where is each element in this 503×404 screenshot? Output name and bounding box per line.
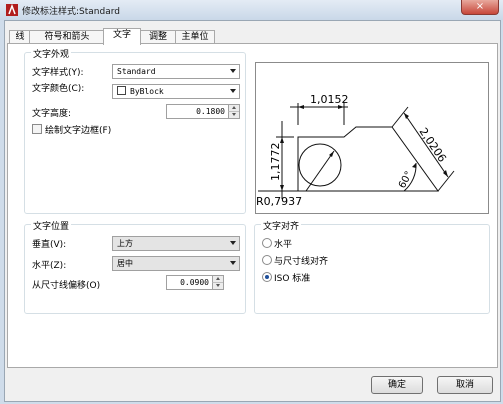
dim-top-text: 1,0152	[310, 93, 349, 106]
chevron-down-icon	[230, 69, 236, 73]
close-button[interactable]: ×	[461, 0, 499, 15]
draw-frame-checkbox[interactable]	[32, 124, 42, 134]
spin-up-icon[interactable]	[228, 105, 239, 112]
chevron-down-icon	[230, 89, 236, 93]
vertical-dropdown[interactable]: 上方	[112, 236, 240, 251]
offset-spinner[interactable]: 0.0900	[166, 275, 224, 290]
horizontal-dropdown[interactable]: 居中	[112, 256, 240, 271]
horizontal-label: 水平(Z):	[32, 261, 67, 271]
dim-left-text: 1,1772	[269, 143, 282, 182]
tab-symbols-arrows[interactable]: 符号和箭头	[29, 30, 105, 44]
tab-fit[interactable]: 调整	[139, 30, 177, 44]
vertical-label: 垂直(V):	[32, 240, 67, 250]
spin-down-icon[interactable]	[228, 112, 239, 118]
align-iso-label: ISO 标准	[274, 274, 311, 284]
spin-down-icon[interactable]	[212, 283, 223, 289]
align-with-dimline-label: 与尺寸线对齐	[274, 257, 329, 267]
text-style-dropdown[interactable]: Standard	[112, 64, 240, 79]
text-height-spinner[interactable]: 0.1800	[166, 104, 240, 119]
autocad-app-icon	[6, 4, 18, 16]
dialog-client: 线 符号和箭头 文字 调整 主单位 文字外观 文字样式(Y): Standard…	[4, 20, 501, 402]
text-tab-panel: 文字外观 文字样式(Y): Standard 文字颜色(C): ByBlock …	[7, 43, 498, 368]
close-icon: ×	[475, 1, 485, 12]
group-title: 文字对齐	[261, 219, 302, 232]
dim-diag-text: 2,0206	[417, 125, 449, 164]
align-horizontal-label: 水平	[274, 240, 293, 250]
text-color-label: 文字颜色(C):	[32, 84, 85, 94]
text-height-label: 文字高度:	[32, 109, 72, 119]
ok-button[interactable]: 确定	[371, 376, 423, 394]
group-title: 文字外观	[31, 47, 72, 60]
align-horizontal-radio[interactable]	[262, 238, 272, 248]
cancel-button[interactable]: 取消	[437, 376, 493, 394]
offset-label: 从尺寸线偏移(O)	[32, 281, 101, 291]
draw-frame-label: 绘制文字边框(F)	[45, 126, 112, 136]
title-bar: 修改标注样式:Standard ×	[0, 0, 503, 20]
text-style-label: 文字样式(Y):	[32, 68, 84, 78]
chevron-down-icon	[230, 261, 236, 265]
text-color-dropdown[interactable]: ByBlock	[112, 84, 240, 99]
tab-lines[interactable]: 线	[9, 30, 31, 44]
preview-drawing: 1,0152 1,1772 2,0206 R0,7937 60°	[256, 93, 455, 208]
chevron-down-icon	[230, 241, 236, 245]
group-title: 文字位置	[31, 219, 72, 232]
color-swatch-icon	[117, 86, 126, 95]
align-iso-radio[interactable]	[262, 272, 272, 282]
window-title: 修改标注样式:Standard	[22, 7, 120, 17]
dim-radius-text: R0,7937	[256, 195, 302, 208]
tab-primary-units[interactable]: 主单位	[175, 30, 215, 44]
tab-text[interactable]: 文字	[103, 28, 141, 45]
spin-up-icon[interactable]	[212, 276, 223, 283]
align-with-dimline-radio[interactable]	[262, 255, 272, 265]
dimension-preview: 1,0152 1,1772 2,0206 R0,7937 60°	[255, 62, 489, 214]
